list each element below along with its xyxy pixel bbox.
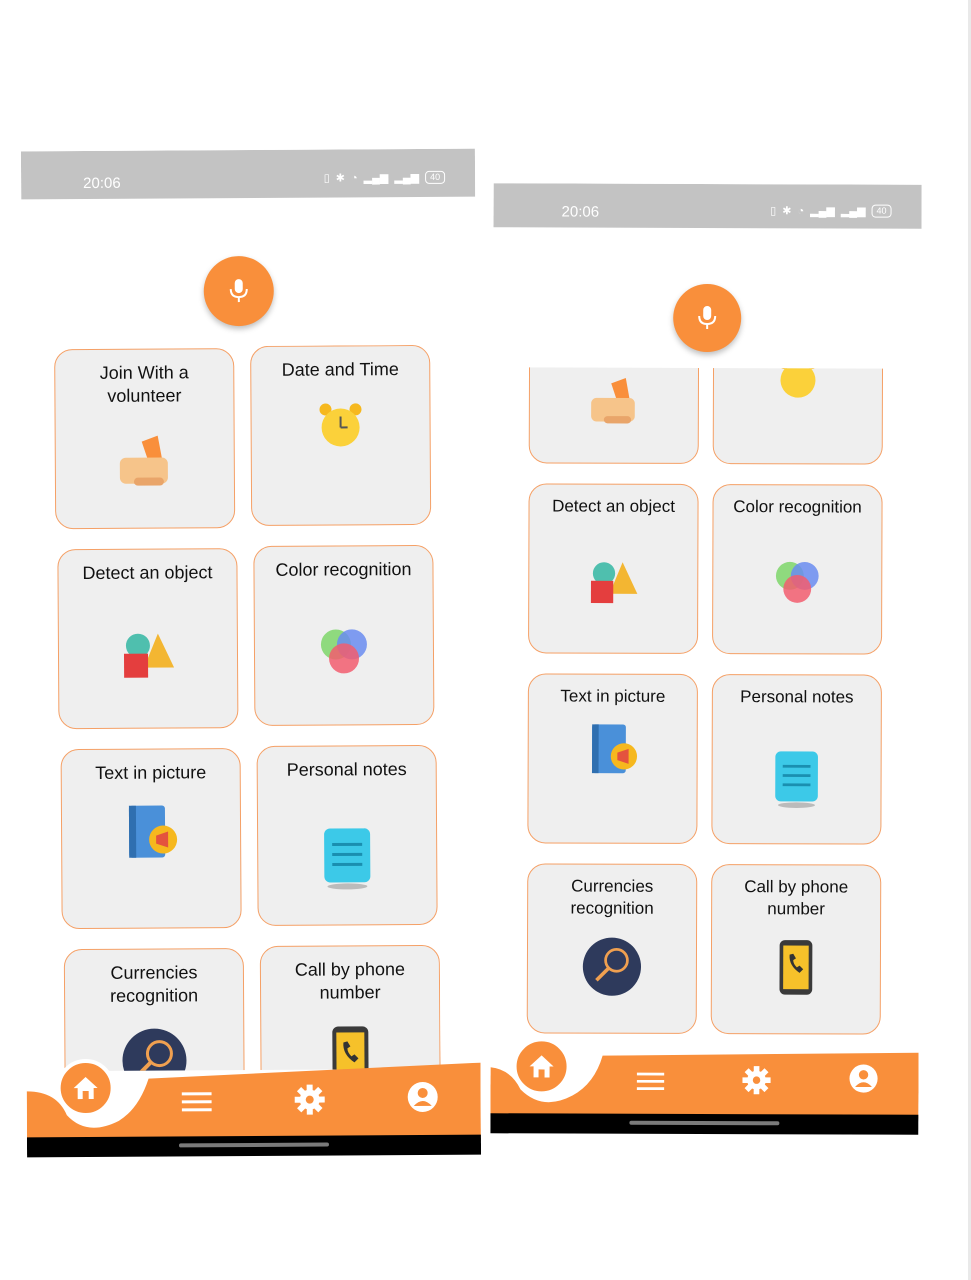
card-currencies-recognition[interactable]: Currencies recognition bbox=[63, 948, 245, 1072]
card-join-volunteer[interactable] bbox=[528, 367, 700, 464]
card-label: Date and Time bbox=[281, 359, 399, 380]
signal-icon-2: ▂▄▆ bbox=[394, 171, 420, 185]
gear-icon bbox=[742, 1066, 771, 1095]
menu-button[interactable] bbox=[177, 1082, 217, 1122]
battery-icon: 40 bbox=[425, 170, 446, 184]
status-icons: ▯ ✱ ◔ ▂▄▆ ▂▄▆ 40 bbox=[770, 204, 892, 218]
user-icon bbox=[407, 1081, 438, 1112]
card-label: Color recognition bbox=[275, 559, 412, 580]
card-join-volunteer[interactable]: Join With a volunteer bbox=[54, 348, 236, 530]
currency-search-icon bbox=[582, 937, 642, 996]
card-personal-notes[interactable]: Personal notes bbox=[711, 674, 882, 845]
wifi-icon: ◔ bbox=[350, 171, 358, 184]
card-label: Call by phone number bbox=[744, 877, 849, 919]
gear-icon bbox=[294, 1084, 325, 1115]
gesture-handle[interactable] bbox=[178, 1142, 330, 1148]
home-button[interactable] bbox=[56, 1058, 115, 1118]
alarm-clock-icon bbox=[319, 403, 362, 447]
settings-button[interactable] bbox=[736, 1060, 776, 1100]
status-bar: 20:06 ▯ ✱ ◔ ▂▄▆ ▂▄▆ 40 bbox=[20, 148, 476, 200]
home-icon bbox=[529, 1055, 554, 1078]
status-time: 20:06 bbox=[83, 174, 121, 193]
card-label: Color recognition bbox=[733, 497, 862, 517]
card-text-in-picture[interactable]: Text in picture bbox=[60, 748, 242, 930]
color-circles-icon bbox=[320, 629, 367, 674]
signal-icon: ▂▄▆ bbox=[810, 205, 835, 218]
card-label: Currencies recognition bbox=[109, 962, 199, 1006]
phone-screenshot-left: 20:06 ▯ ✱ ◔ ▂▄▆ ▂▄▆ 40 Join With a volun… bbox=[20, 148, 482, 1162]
card-label: Personal notes bbox=[740, 687, 854, 707]
gesture-handle[interactable] bbox=[629, 1120, 780, 1126]
home-icon bbox=[73, 1077, 98, 1100]
card-label: Text in picture bbox=[95, 762, 207, 783]
card-date-time[interactable] bbox=[712, 367, 884, 465]
mic-button[interactable] bbox=[203, 255, 274, 327]
mic-button[interactable] bbox=[673, 283, 742, 353]
status-time: 20:06 bbox=[561, 203, 600, 221]
card-label: Detect an object bbox=[82, 562, 213, 584]
card-personal-notes[interactable]: Personal notes bbox=[256, 744, 438, 926]
profile-button[interactable] bbox=[843, 1058, 883, 1098]
color-circles-icon bbox=[775, 561, 819, 603]
card-label: Personal notes bbox=[286, 759, 407, 780]
menu-icon bbox=[181, 1092, 212, 1112]
wifi-icon: ◔ bbox=[797, 204, 805, 217]
battery-icon: 40 bbox=[871, 204, 892, 218]
microphone-icon bbox=[229, 279, 248, 303]
gesture-bar bbox=[26, 1134, 482, 1158]
microphone-icon bbox=[698, 306, 717, 330]
card-call-by-phone[interactable]: Call by phone number bbox=[259, 944, 441, 1072]
phone-call-icon bbox=[779, 940, 813, 995]
settings-button[interactable] bbox=[290, 1080, 330, 1120]
card-date-time[interactable]: Date and Time bbox=[250, 344, 432, 526]
card-label: Text in picture bbox=[560, 686, 666, 706]
handshake-icon bbox=[591, 377, 635, 424]
card-detect-object[interactable]: Detect an object bbox=[57, 548, 239, 730]
signal-icon-2: ▂▄▆ bbox=[840, 205, 866, 218]
handshake-icon bbox=[119, 435, 168, 486]
card-label: Currencies recognition bbox=[570, 876, 654, 918]
notepad-icon bbox=[775, 751, 818, 808]
card-label: Detect an object bbox=[552, 496, 675, 516]
alarm-clock-icon bbox=[778, 367, 818, 398]
gesture-bar bbox=[490, 1113, 919, 1135]
status-icons: ▯ ✱ ◔ ▂▄▆ ▂▄▆ 40 bbox=[323, 170, 446, 185]
shapes-icon bbox=[123, 633, 175, 678]
bottom-nav bbox=[490, 1037, 919, 1119]
card-color-recognition[interactable]: Color recognition bbox=[253, 544, 435, 726]
card-label: Call by phone number bbox=[294, 959, 406, 1003]
user-icon bbox=[849, 1064, 878, 1093]
vibrate-icon: ▯ bbox=[323, 172, 330, 185]
card-currencies-recognition[interactable]: Currencies recognition bbox=[526, 863, 698, 1034]
card-detect-object[interactable]: Detect an object bbox=[528, 483, 699, 654]
book-icon bbox=[128, 805, 178, 858]
menu-button[interactable] bbox=[630, 1062, 670, 1102]
bluetooth-icon: ✱ bbox=[335, 172, 346, 185]
home-button[interactable] bbox=[512, 1037, 571, 1096]
card-color-recognition[interactable]: Color recognition bbox=[712, 484, 883, 655]
signal-icon: ▂▄▆ bbox=[363, 172, 389, 185]
notepad-icon bbox=[324, 828, 371, 890]
status-bar: 20:06 ▯ ✱ ◔ ▂▄▆ ▂▄▆ 40 bbox=[493, 183, 922, 229]
card-text-in-picture[interactable]: Text in picture bbox=[527, 673, 698, 844]
menu-icon bbox=[636, 1072, 665, 1091]
bottom-nav bbox=[26, 1058, 481, 1144]
card-label: Join With a volunteer bbox=[99, 362, 189, 406]
profile-button[interactable] bbox=[403, 1077, 443, 1117]
shapes-icon bbox=[590, 562, 638, 604]
card-call-by-phone[interactable]: Call by phone number bbox=[710, 864, 882, 1035]
bluetooth-icon: ✱ bbox=[782, 205, 792, 218]
book-icon bbox=[591, 724, 638, 774]
phone-screenshot-right: 20:06 ▯ ✱ ◔ ▂▄▆ ▂▄▆ 40 Detect an object … bbox=[490, 183, 922, 1136]
feature-grid-scrolled: Detect an object Color recognition Text … bbox=[525, 367, 887, 1036]
vibrate-icon: ▯ bbox=[770, 205, 777, 218]
feature-grid: Join With a volunteer Date and Time Dete… bbox=[52, 344, 441, 1072]
